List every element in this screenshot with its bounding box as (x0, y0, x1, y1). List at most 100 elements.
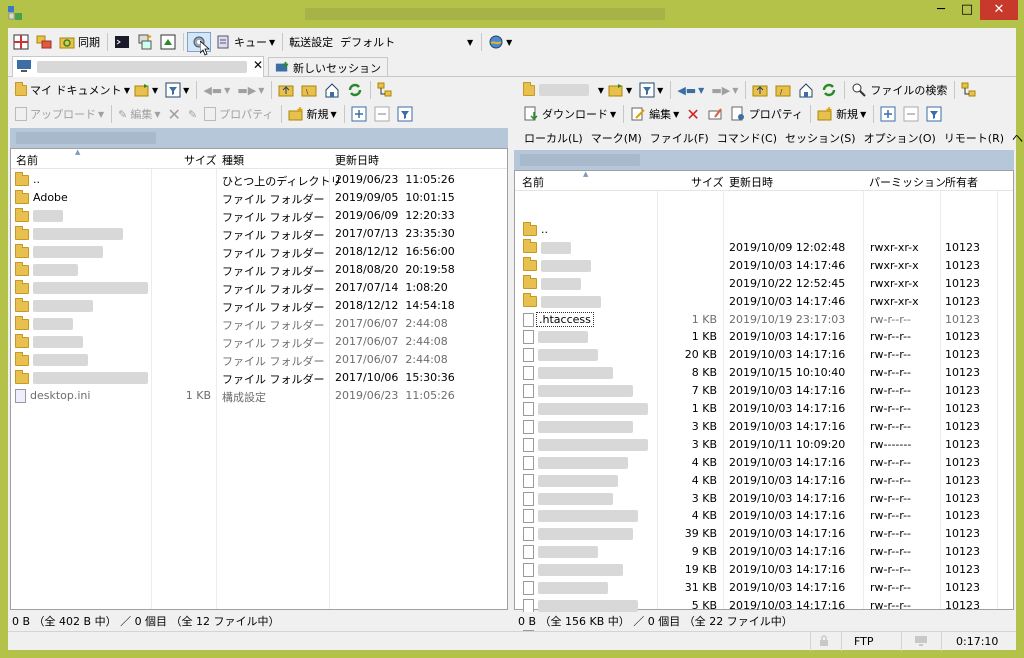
home-button[interactable] (795, 80, 817, 100)
column-name[interactable]: 名前 (522, 174, 544, 190)
column-name[interactable]: 名前 (16, 152, 38, 168)
table-row[interactable]: .. ひとつ上のディレクトリ 2019/06/23 11:05:26 (11, 171, 507, 189)
upload-button[interactable]: アップロード ▼ (12, 104, 107, 124)
rename-button[interactable] (704, 104, 726, 124)
menu-item[interactable]: オプション(O) (860, 130, 940, 146)
filter-button[interactable]: ▼ (162, 80, 192, 100)
table-row[interactable]: Adobe ファイル フォルダー 2019/09/05 10:01:15 (11, 189, 507, 207)
table-row[interactable]: ファイル フォルダー 2017/06/07 2:44:08 (11, 333, 507, 351)
remote-path-select[interactable]: ▼ (520, 80, 604, 100)
table-row[interactable]: desktop.ini 1 KB 構成設定 2019/06/23 11:05:26 (11, 387, 507, 405)
table-row[interactable]: 3 KB 2019/10/11 10:09:20 rw------- 10123 (515, 436, 1013, 454)
column-type[interactable]: 種類 (222, 152, 244, 168)
refresh-session-button[interactable] (157, 32, 179, 52)
table-row[interactable]: 4 KB 2019/10/03 14:17:16 rw-r--r-- 10123 (515, 472, 1013, 490)
local-path-select[interactable]: マイ ドキュメント ▼ (12, 80, 130, 100)
panel-splitter[interactable] (508, 128, 514, 610)
rename-button[interactable]: ✎ (185, 104, 200, 124)
column-owner[interactable]: 所有者 (945, 174, 978, 190)
putty-button[interactable] (134, 32, 156, 52)
open-folder-button[interactable]: ▼ (131, 80, 161, 100)
compare-button[interactable] (33, 32, 55, 52)
local-panel-button[interactable] (10, 32, 32, 52)
column-modified[interactable]: 更新日時 (729, 174, 773, 190)
menu-item[interactable]: リモート(R) (940, 130, 1008, 146)
edit-button[interactable]: 編集 ▼ (627, 104, 682, 124)
table-row[interactable]: 1 KB 2019/10/03 14:17:16 rw-r--r-- 10123 (515, 328, 1013, 346)
filter-select-button[interactable] (923, 104, 945, 124)
back-button[interactable]: ◀▬ ▼ (674, 80, 707, 100)
table-row[interactable]: 19 KB 2019/10/03 14:17:16 rw-r--r-- 10123 (515, 561, 1013, 579)
column-size[interactable]: サイズ (184, 152, 217, 168)
table-row[interactable]: 9 KB 2019/10/03 14:17:16 rw-r--r-- 10123 (515, 543, 1013, 561)
menu-item[interactable]: ローカル(L) (520, 130, 587, 146)
table-row[interactable]: ファイル フォルダー 2018/08/20 20:19:58 (11, 261, 507, 279)
table-row[interactable]: ファイル フォルダー 2018/12/12 16:56:00 (11, 243, 507, 261)
table-row[interactable]: 4 KB 2019/10/03 14:17:16 rw-r--r-- 10123 (515, 454, 1013, 472)
new-button[interactable]: 新規 ▼ (285, 104, 340, 124)
menu-item[interactable]: セッション(S) (781, 130, 860, 146)
table-row[interactable]: 7 KB 2019/10/03 14:17:16 rw-r--r-- 10123 (515, 382, 1013, 400)
close-tab-icon[interactable]: ✕ (253, 58, 263, 72)
properties-button[interactable]: プロパティ (727, 104, 806, 124)
table-row[interactable]: 2019/10/22 12:52:45 rwxr-xr-x 10123 (515, 275, 1013, 293)
column-size[interactable]: サイズ (691, 174, 724, 190)
table-row[interactable]: 2019/10/03 14:17:46 rwxr-xr-x 10123 (515, 257, 1013, 275)
transfer-settings-select[interactable]: デフォルト ▼ (337, 32, 477, 52)
select-all-button[interactable] (877, 104, 899, 124)
tab-current-session[interactable]: ✕ (12, 56, 264, 77)
filter-button[interactable]: ▼ (636, 80, 666, 100)
menu-item[interactable]: ファイル(F) (646, 130, 713, 146)
queue-button[interactable]: キュー ▼ (212, 32, 278, 52)
refresh-button[interactable] (818, 80, 840, 100)
open-in-browser-button[interactable]: ▼ (485, 32, 515, 52)
tab-new-session[interactable]: 新しいセッション (268, 57, 388, 77)
table-row[interactable]: ファイル フォルダー 2017/10/06 15:30:36 (11, 369, 507, 387)
table-row[interactable]: 39 KB 2019/10/03 14:17:16 rw-r--r-- 10123 (515, 525, 1013, 543)
select-all-button[interactable] (348, 104, 370, 124)
table-row[interactable]: 2019/10/03 14:17:46 rwxr-xr-x 10123 (515, 293, 1013, 311)
new-button[interactable]: 新規 ▼ (814, 104, 869, 124)
table-row[interactable]: 20 KB 2019/10/03 14:17:16 rw-r--r-- 10123 (515, 346, 1013, 364)
table-row[interactable]: .. (515, 221, 1013, 239)
minimize-button[interactable]: ─ (928, 0, 954, 20)
deselect-button[interactable] (900, 104, 922, 124)
filter-select-button[interactable] (394, 104, 416, 124)
delete-button[interactable]: ✕ (683, 104, 702, 124)
table-row[interactable]: ファイル フォルダー 2019/06/09 12:20:33 (11, 207, 507, 225)
find-target-button[interactable] (374, 80, 396, 100)
refresh-button[interactable] (344, 80, 366, 100)
table-row[interactable]: 1 KB 2019/10/03 14:17:16 rw-r--r-- 10123 (515, 400, 1013, 418)
parent-dir-button[interactable] (275, 80, 297, 100)
table-row[interactable]: ファイル フォルダー 2017/06/07 2:44:08 (11, 315, 507, 333)
edit-button[interactable]: ✎ 編集 ▼ (115, 104, 163, 124)
menu-item[interactable]: マーク(M) (587, 130, 646, 146)
back-button[interactable]: ◀▬ ▼ (200, 80, 233, 100)
forward-button[interactable]: ▬▶ ▼ (708, 80, 741, 100)
table-row[interactable]: ファイル フォルダー 2017/07/13 23:35:30 (11, 225, 507, 243)
download-button[interactable]: ダウンロード ▼ (520, 104, 619, 124)
table-row[interactable]: .htaccess 1 KB 2019/10/19 23:17:03 rw-r--r-… (515, 311, 1013, 329)
maximize-button[interactable]: □ (954, 0, 980, 20)
root-dir-button[interactable]: / (772, 80, 794, 100)
sync-button[interactable]: 同期 (56, 32, 103, 52)
open-folder-button[interactable]: ▼ (605, 80, 635, 100)
delete-button[interactable]: ✕ (165, 104, 184, 124)
menu-item[interactable]: ヘルプ(H) (1008, 130, 1024, 146)
close-button[interactable]: ✕ (980, 0, 1018, 20)
forward-button[interactable]: ▬▶ ▼ (234, 80, 267, 100)
deselect-button[interactable] (371, 104, 393, 124)
column-permissions[interactable]: パーミッション (869, 174, 946, 190)
table-row[interactable]: 3 KB 2019/10/03 14:17:16 rw-r--r-- 10123 (515, 418, 1013, 436)
column-modified[interactable]: 更新日時 (335, 152, 379, 168)
home-button[interactable] (321, 80, 343, 100)
table-row[interactable]: 4 KB 2019/10/03 14:17:16 rw-r--r-- 10123 (515, 507, 1013, 525)
find-target-button[interactable] (958, 80, 980, 100)
find-files-button[interactable]: ファイルの検索 (848, 80, 950, 100)
table-row[interactable]: ファイル フォルダー 2017/07/14 1:08:20 (11, 279, 507, 297)
table-row[interactable]: ファイル フォルダー 2018/12/12 14:54:18 (11, 297, 507, 315)
menu-item[interactable]: コマンド(C) (713, 130, 781, 146)
parent-dir-button[interactable] (749, 80, 771, 100)
preferences-button[interactable] (187, 32, 211, 56)
table-row[interactable]: 2019/10/09 12:02:48 rwxr-xr-x 10123 (515, 239, 1013, 257)
